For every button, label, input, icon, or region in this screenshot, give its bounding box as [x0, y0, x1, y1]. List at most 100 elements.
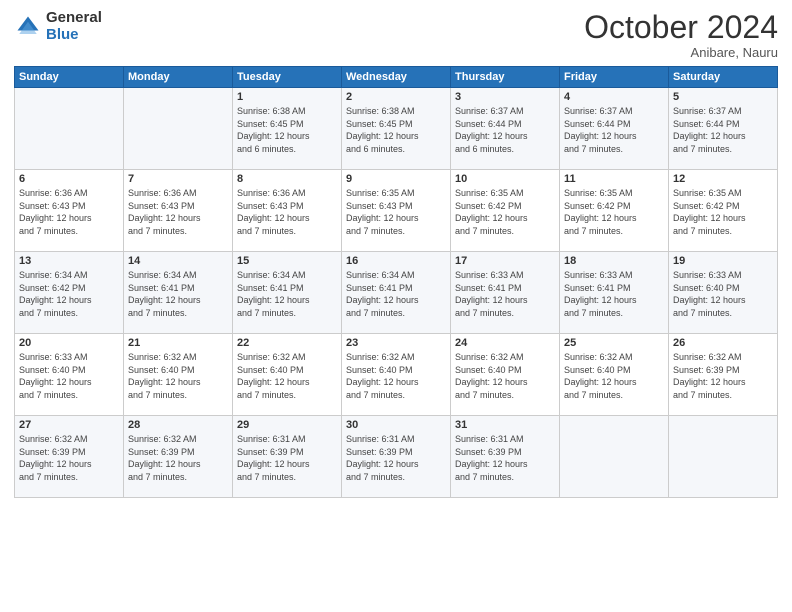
calendar-cell-w1-d5: 4 Sunrise: 6:37 AM Sunset: 6:44 PM Daylig… [560, 88, 669, 170]
calendar-cell-w2-d3: 9 Sunrise: 6:35 AM Sunset: 6:43 PM Daylig… [342, 170, 451, 252]
calendar-table: Sunday Monday Tuesday Wednesday Thursday… [14, 66, 778, 498]
calendar-cell-w5-d5 [560, 416, 669, 498]
day-info: Sunrise: 6:32 AM Sunset: 6:40 PM Dayligh… [455, 351, 555, 401]
calendar-cell-w1-d1 [124, 88, 233, 170]
day-number: 24 [455, 337, 555, 349]
location-subtitle: Anibare, Nauru [584, 45, 778, 60]
day-info: Sunrise: 6:34 AM Sunset: 6:41 PM Dayligh… [128, 269, 228, 319]
calendar-cell-w3-d4: 17 Sunrise: 6:33 AM Sunset: 6:41 PM Dayli… [451, 252, 560, 334]
day-number: 16 [346, 255, 446, 267]
col-sunday: Sunday [15, 67, 124, 88]
calendar-cell-w3-d0: 13 Sunrise: 6:34 AM Sunset: 6:42 PM Dayli… [15, 252, 124, 334]
day-info: Sunrise: 6:36 AM Sunset: 6:43 PM Dayligh… [237, 187, 337, 237]
day-info: Sunrise: 6:32 AM Sunset: 6:40 PM Dayligh… [346, 351, 446, 401]
day-info: Sunrise: 6:37 AM Sunset: 6:44 PM Dayligh… [564, 105, 664, 155]
day-number: 28 [128, 419, 228, 431]
day-number: 22 [237, 337, 337, 349]
day-info: Sunrise: 6:32 AM Sunset: 6:39 PM Dayligh… [673, 351, 773, 401]
day-number: 31 [455, 419, 555, 431]
day-number: 20 [19, 337, 119, 349]
calendar-cell-w4-d3: 23 Sunrise: 6:32 AM Sunset: 6:40 PM Dayli… [342, 334, 451, 416]
day-info: Sunrise: 6:35 AM Sunset: 6:42 PM Dayligh… [455, 187, 555, 237]
logo-general-label: General [46, 10, 102, 27]
col-friday: Friday [560, 67, 669, 88]
day-info: Sunrise: 6:33 AM Sunset: 6:40 PM Dayligh… [673, 269, 773, 319]
calendar-cell-w3-d1: 14Sunrise: 6:34 AM Sunset: 6:41 PM Dayli… [124, 252, 233, 334]
calendar-cell-w5-d4: 31 Sunrise: 6:31 AM Sunset: 6:39 PM Dayli… [451, 416, 560, 498]
day-info: Sunrise: 6:34 AM Sunset: 6:41 PM Dayligh… [346, 269, 446, 319]
day-number: 9 [346, 173, 446, 185]
calendar-cell-w1-d2: 1 Sunrise: 6:38 AM Sunset: 6:45 PM Daylig… [233, 88, 342, 170]
day-number: 8 [237, 173, 337, 185]
day-info: Sunrise: 6:32 AM Sunset: 6:39 PM Dayligh… [128, 433, 228, 483]
day-number: 1 [237, 91, 337, 103]
calendar-cell-w3-d2: 15Sunrise: 6:34 AM Sunset: 6:41 PM Dayli… [233, 252, 342, 334]
logo-text: General Blue [46, 10, 102, 43]
day-info: Sunrise: 6:33 AM Sunset: 6:40 PM Dayligh… [19, 351, 119, 401]
day-number: 26 [673, 337, 773, 349]
day-number: 29 [237, 419, 337, 431]
calendar-cell-w2-d1: 7 Sunrise: 6:36 AM Sunset: 6:43 PM Daylig… [124, 170, 233, 252]
calendar-cell-w4-d4: 24 Sunrise: 6:32 AM Sunset: 6:40 PM Dayli… [451, 334, 560, 416]
col-saturday: Saturday [669, 67, 778, 88]
col-thursday: Thursday [451, 67, 560, 88]
day-info: Sunrise: 6:37 AM Sunset: 6:44 PM Dayligh… [455, 105, 555, 155]
day-number: 12 [673, 173, 773, 185]
day-number: 2 [346, 91, 446, 103]
day-info: Sunrise: 6:35 AM Sunset: 6:42 PM Dayligh… [673, 187, 773, 237]
day-info: Sunrise: 6:32 AM Sunset: 6:40 PM Dayligh… [564, 351, 664, 401]
day-number: 7 [128, 173, 228, 185]
calendar-week-2: 6 Sunrise: 6:36 AM Sunset: 6:43 PM Daylig… [15, 170, 778, 252]
calendar-cell-w1-d0 [15, 88, 124, 170]
calendar-cell-w4-d1: 21Sunrise: 6:32 AM Sunset: 6:40 PM Dayli… [124, 334, 233, 416]
calendar-cell-w4-d5: 25Sunrise: 6:32 AM Sunset: 6:40 PM Dayli… [560, 334, 669, 416]
col-wednesday: Wednesday [342, 67, 451, 88]
day-number: 6 [19, 173, 119, 185]
day-info: Sunrise: 6:36 AM Sunset: 6:43 PM Dayligh… [19, 187, 119, 237]
page: General Blue October 2024 Anibare, Nauru… [0, 0, 792, 612]
calendar-cell-w3-d6: 19Sunrise: 6:33 AM Sunset: 6:40 PM Dayli… [669, 252, 778, 334]
day-info: Sunrise: 6:36 AM Sunset: 6:43 PM Dayligh… [128, 187, 228, 237]
day-number: 4 [564, 91, 664, 103]
col-tuesday: Tuesday [233, 67, 342, 88]
day-info: Sunrise: 6:34 AM Sunset: 6:42 PM Dayligh… [19, 269, 119, 319]
calendar-cell-w1-d6: 5 Sunrise: 6:37 AM Sunset: 6:44 PM Daylig… [669, 88, 778, 170]
calendar-cell-w4-d0: 20 Sunrise: 6:33 AM Sunset: 6:40 PM Dayli… [15, 334, 124, 416]
day-info: Sunrise: 6:32 AM Sunset: 6:40 PM Dayligh… [237, 351, 337, 401]
day-info: Sunrise: 6:31 AM Sunset: 6:39 PM Dayligh… [455, 433, 555, 483]
day-number: 11 [564, 173, 664, 185]
day-info: Sunrise: 6:35 AM Sunset: 6:43 PM Dayligh… [346, 187, 446, 237]
calendar-cell-w2-d2: 8 Sunrise: 6:36 AM Sunset: 6:43 PM Daylig… [233, 170, 342, 252]
day-info: Sunrise: 6:31 AM Sunset: 6:39 PM Dayligh… [237, 433, 337, 483]
day-info: Sunrise: 6:37 AM Sunset: 6:44 PM Dayligh… [673, 105, 773, 155]
calendar-cell-w2-d5: 11Sunrise: 6:35 AM Sunset: 6:42 PM Dayli… [560, 170, 669, 252]
day-info: Sunrise: 6:38 AM Sunset: 6:45 PM Dayligh… [346, 105, 446, 155]
day-info: Sunrise: 6:38 AM Sunset: 6:45 PM Dayligh… [237, 105, 337, 155]
col-monday: Monday [124, 67, 233, 88]
day-number: 27 [19, 419, 119, 431]
calendar-cell-w4-d2: 22 Sunrise: 6:32 AM Sunset: 6:40 PM Dayli… [233, 334, 342, 416]
day-number: 21 [128, 337, 228, 349]
day-info: Sunrise: 6:33 AM Sunset: 6:41 PM Dayligh… [455, 269, 555, 319]
calendar-week-4: 20 Sunrise: 6:33 AM Sunset: 6:40 PM Dayli… [15, 334, 778, 416]
calendar-cell-w2-d4: 10 Sunrise: 6:35 AM Sunset: 6:42 PM Dayli… [451, 170, 560, 252]
day-number: 15 [237, 255, 337, 267]
day-number: 17 [455, 255, 555, 267]
logo: General Blue [14, 10, 102, 43]
day-number: 13 [19, 255, 119, 267]
day-number: 10 [455, 173, 555, 185]
calendar-cell-w5-d6 [669, 416, 778, 498]
month-title: October 2024 [584, 10, 778, 45]
day-number: 23 [346, 337, 446, 349]
calendar-cell-w1-d3: 2 Sunrise: 6:38 AM Sunset: 6:45 PM Daylig… [342, 88, 451, 170]
day-number: 5 [673, 91, 773, 103]
day-info: Sunrise: 6:32 AM Sunset: 6:39 PM Dayligh… [19, 433, 119, 483]
logo-icon [14, 13, 42, 41]
day-number: 3 [455, 91, 555, 103]
header: General Blue October 2024 Anibare, Nauru [14, 10, 778, 60]
day-info: Sunrise: 6:31 AM Sunset: 6:39 PM Dayligh… [346, 433, 446, 483]
calendar-cell-w5-d3: 30Sunrise: 6:31 AM Sunset: 6:39 PM Dayli… [342, 416, 451, 498]
calendar-week-3: 13 Sunrise: 6:34 AM Sunset: 6:42 PM Dayli… [15, 252, 778, 334]
calendar-week-5: 27 Sunrise: 6:32 AM Sunset: 6:39 PM Dayli… [15, 416, 778, 498]
calendar-cell-w5-d1: 28 Sunrise: 6:32 AM Sunset: 6:39 PM Dayli… [124, 416, 233, 498]
